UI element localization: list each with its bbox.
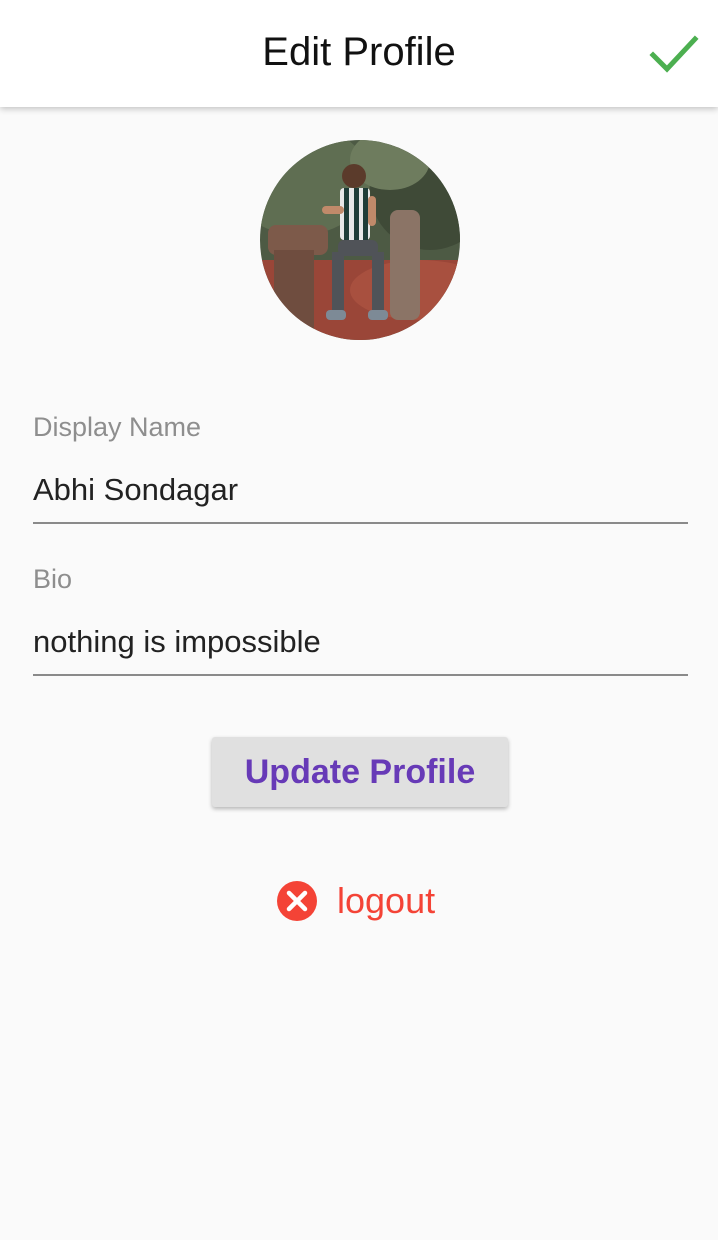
cancel-icon bbox=[277, 881, 317, 921]
logout-button[interactable]: logout bbox=[276, 876, 435, 926]
display-name-label: Display Name bbox=[33, 412, 202, 442]
update-profile-button[interactable]: Update Profile bbox=[212, 737, 508, 807]
save-check-button[interactable] bbox=[644, 24, 704, 84]
logout-label: logout bbox=[337, 880, 436, 921]
avatar-photo bbox=[260, 140, 460, 340]
bio-label: Bio bbox=[33, 564, 73, 594]
bio-input[interactable] bbox=[33, 624, 688, 676]
app-bar: Edit Profile bbox=[0, 0, 718, 107]
check-icon bbox=[649, 35, 699, 73]
avatar[interactable] bbox=[260, 140, 460, 340]
page-title: Edit Profile bbox=[262, 30, 456, 74]
display-name-input[interactable] bbox=[33, 472, 688, 524]
